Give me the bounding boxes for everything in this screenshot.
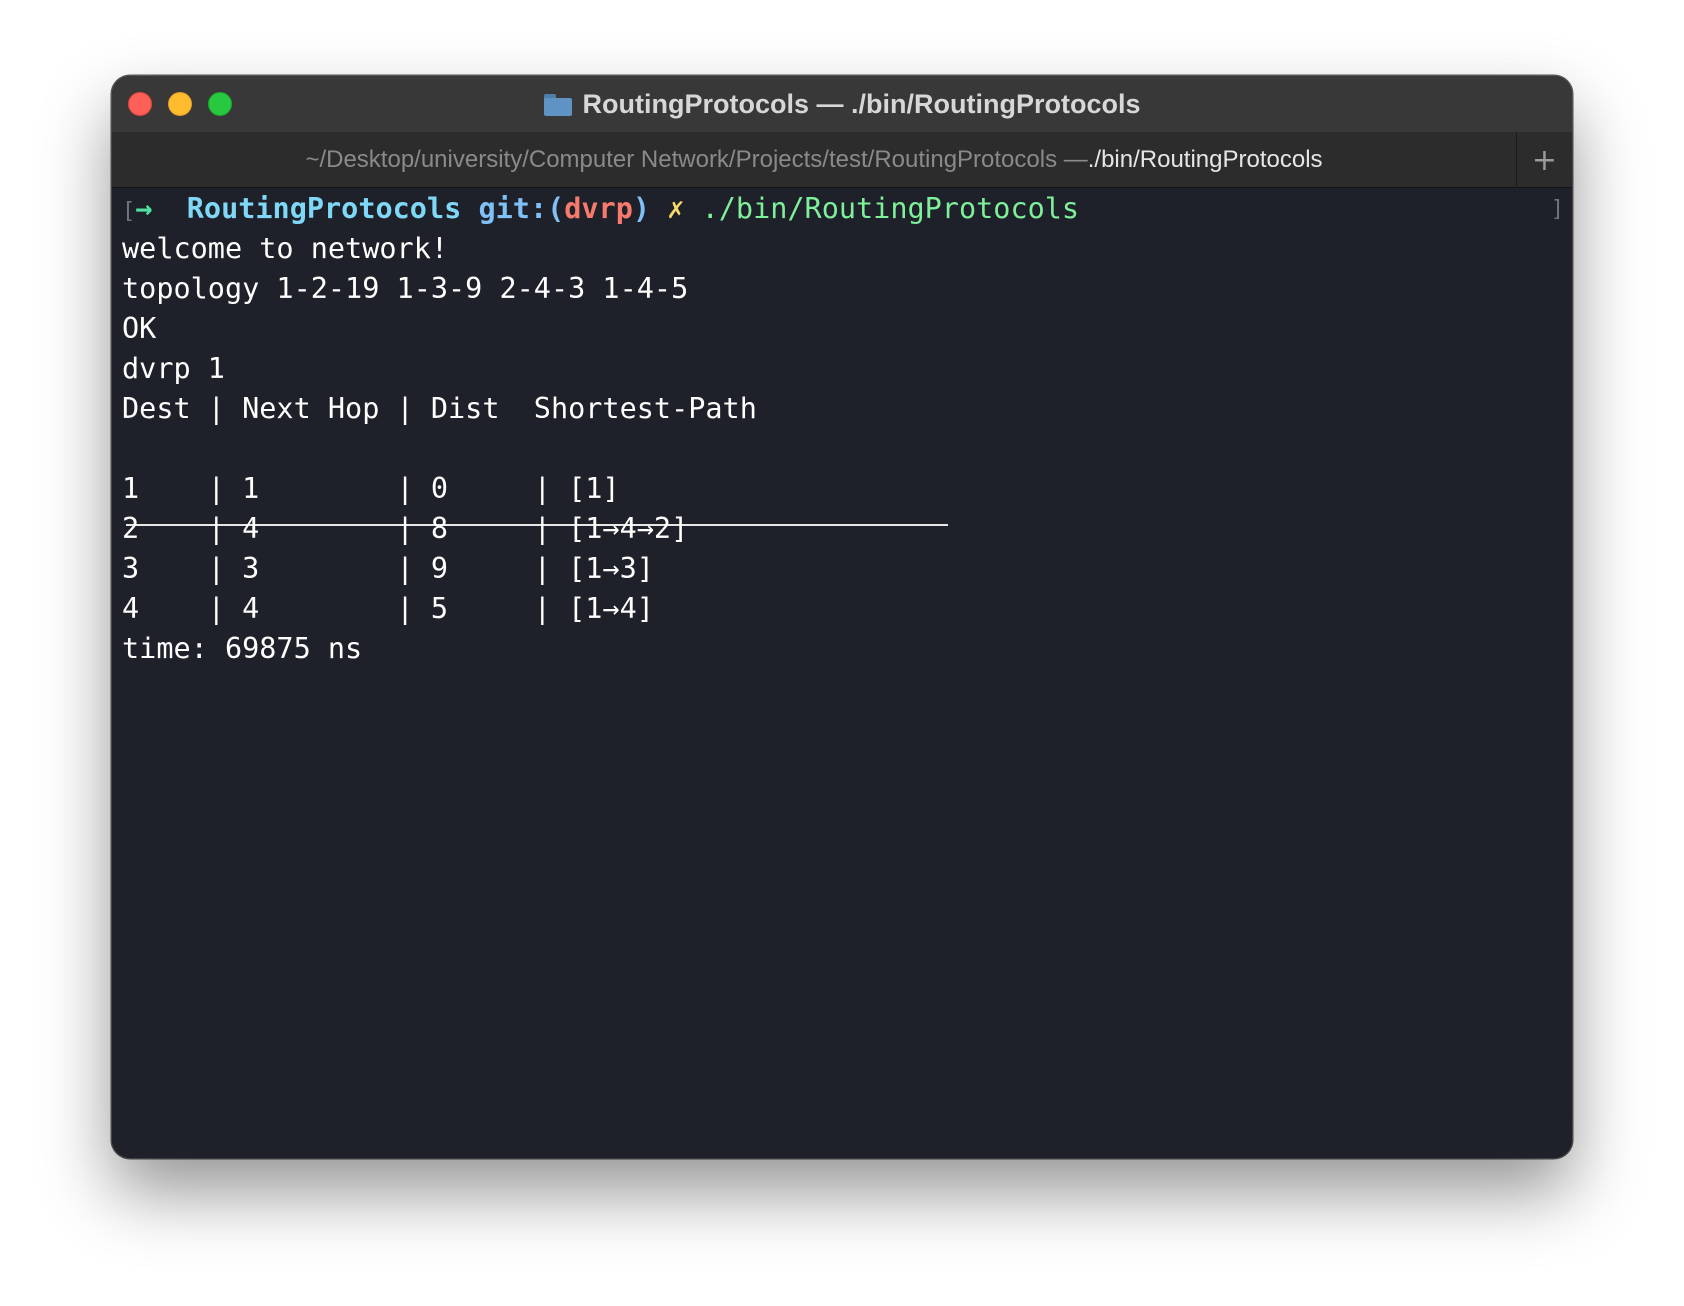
folder-icon [543, 94, 572, 116]
tab-path-command: ./bin/RoutingProtocols [1087, 146, 1323, 173]
mark-bracket: [ [122, 199, 136, 224]
prompt-git-suffix: ) [632, 192, 651, 225]
window-title: RoutingProtocols — ./bin/RoutingProtocol… [112, 76, 1572, 132]
prompt-line: [→ RoutingProtocols git:(dvrp) ✗ ./bin/R… [122, 189, 1079, 229]
tab-path-prefix: ~/Desktop/university/Computer Network/Pr… [305, 146, 1088, 173]
prompt-arrow-icon: → [135, 192, 153, 225]
terminal-output[interactable]: ] [→ RoutingProtocols git:(dvrp) ✗ ./bin… [112, 189, 1572, 1158]
output-line: topology 1-2-19 1-3-9 2-4-3 1-4-5 [122, 272, 689, 305]
table-row: 4 | 4 | 5 | [1→4] [122, 592, 654, 625]
output-line: OK [122, 312, 157, 345]
table-row: 2 | 4 | 8 | [1→4→2] [122, 512, 689, 545]
new-tab-button[interactable]: + [1516, 132, 1572, 188]
time-line: time: 69875 ns [122, 632, 363, 665]
title-bar[interactable]: RoutingProtocols — ./bin/RoutingProtocol… [112, 76, 1572, 132]
prompt-branch: dvrp [564, 192, 633, 225]
tab-active[interactable]: ~/Desktop/university/Computer Network/Pr… [112, 132, 1516, 188]
prompt-git-prefix: git:( [478, 192, 565, 225]
terminal-window: RoutingProtocols — ./bin/RoutingProtocol… [112, 76, 1572, 1158]
prompt-dirty-icon: ✗ [667, 192, 685, 225]
scroll-mark: ] [1550, 197, 1564, 222]
output-line: dvrp 1 [122, 352, 225, 385]
table-row: 3 | 3 | 9 | [1→3] [122, 552, 654, 585]
window-title-text: RoutingProtocols — ./bin/RoutingProtocol… [582, 88, 1141, 119]
tab-bar: ~/Desktop/university/Computer Network/Pr… [112, 132, 1572, 188]
table-header: Dest | Next Hop | Dist Shortest-Path [122, 392, 757, 425]
prompt-directory: RoutingProtocols [186, 192, 462, 225]
output-line: welcome to network! [122, 232, 449, 265]
prompt-command: ./bin/RoutingProtocols [701, 192, 1080, 225]
table-row: 1 | 1 | 0 | [1] [122, 472, 620, 505]
